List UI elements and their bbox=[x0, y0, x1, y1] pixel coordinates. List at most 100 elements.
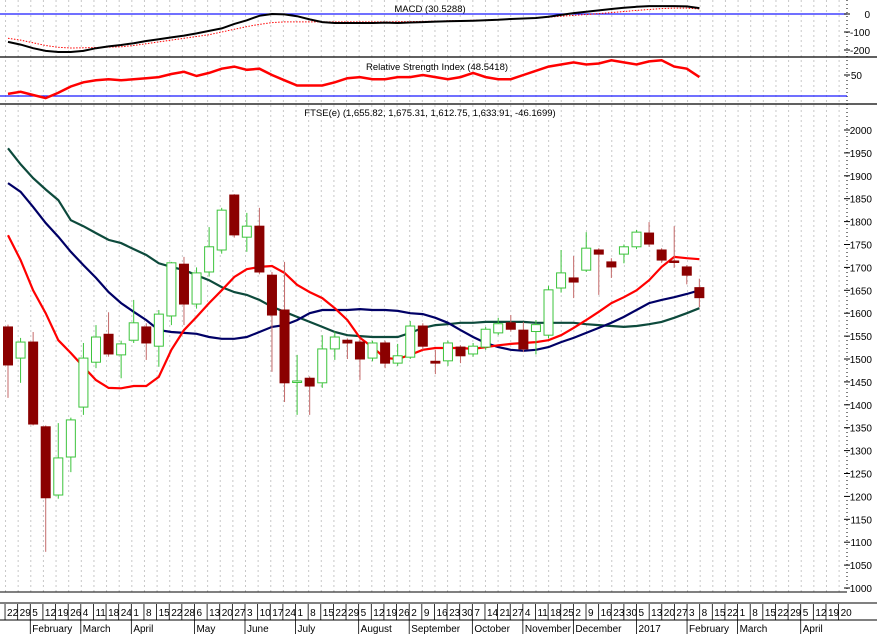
month-label: February bbox=[689, 624, 729, 635]
price-tick-label: 1300 bbox=[850, 447, 873, 458]
candle bbox=[480, 326, 491, 350]
candle-body bbox=[455, 346, 466, 357]
candle-body bbox=[53, 457, 64, 496]
candle-body bbox=[581, 247, 592, 271]
date-label: 9 bbox=[588, 608, 594, 619]
date-label: 16 bbox=[601, 608, 613, 619]
date-label: 12 bbox=[815, 608, 827, 619]
candle bbox=[329, 331, 340, 360]
candle-body bbox=[78, 357, 89, 408]
candle bbox=[128, 299, 139, 343]
gridlines bbox=[5, 0, 840, 592]
month-label: September bbox=[411, 624, 461, 635]
date-label: 15 bbox=[159, 608, 171, 619]
candle bbox=[141, 323, 152, 360]
candle-body bbox=[166, 262, 177, 317]
candle-body bbox=[254, 225, 265, 273]
candle-body bbox=[90, 336, 101, 363]
date-label: 25 bbox=[563, 608, 575, 619]
candle bbox=[380, 340, 391, 369]
date-label: 5 bbox=[803, 608, 809, 619]
candle-body bbox=[606, 261, 617, 268]
candle bbox=[78, 342, 89, 415]
date-label: 27 bbox=[234, 608, 246, 619]
candle bbox=[216, 207, 227, 254]
candle-body bbox=[3, 326, 13, 366]
price-tick-label: 1250 bbox=[850, 470, 873, 481]
price-tick-label: 1500 bbox=[850, 355, 873, 366]
date-label: 19 bbox=[828, 608, 840, 619]
date-label: 13 bbox=[651, 608, 663, 619]
macd-line bbox=[7, 5, 700, 53]
candle-body bbox=[128, 322, 139, 341]
date-label: 1 bbox=[740, 608, 746, 619]
date-label: 12 bbox=[373, 608, 385, 619]
macd-tick-label: 0 bbox=[864, 10, 870, 21]
month-label: April bbox=[803, 624, 823, 635]
price-tick-label: 1200 bbox=[850, 492, 873, 503]
ftse-chart[interactable]: MACD (30.5288) 0 -100 -200 Relative Streng… bbox=[0, 0, 877, 636]
candle bbox=[3, 324, 13, 398]
candle bbox=[178, 256, 189, 326]
date-label: 24 bbox=[285, 608, 297, 619]
candle bbox=[53, 423, 64, 499]
date-label: 20 bbox=[222, 608, 234, 619]
candle bbox=[556, 249, 567, 293]
candle-body bbox=[241, 225, 252, 238]
price-tick-label: 1000 bbox=[850, 584, 873, 595]
candle-body bbox=[493, 323, 504, 334]
date-label: 3 bbox=[247, 608, 253, 619]
candle bbox=[631, 229, 642, 250]
month-label: April bbox=[133, 624, 153, 635]
candle-body bbox=[631, 231, 642, 248]
month-label: October bbox=[474, 624, 510, 635]
macd-tick-label: -100 bbox=[850, 28, 870, 39]
price-tick-label: 1100 bbox=[850, 538, 872, 549]
candle-body bbox=[342, 339, 353, 344]
month-label: June bbox=[247, 624, 269, 635]
candle bbox=[505, 315, 516, 332]
candle-body bbox=[468, 345, 479, 355]
date-label: 16 bbox=[436, 608, 448, 619]
date-label: 18 bbox=[108, 608, 120, 619]
candle-body bbox=[505, 322, 516, 330]
candle-body bbox=[153, 313, 164, 347]
date-label: 30 bbox=[626, 608, 638, 619]
candle-body bbox=[317, 348, 328, 384]
candle bbox=[656, 248, 667, 263]
candle bbox=[65, 417, 76, 473]
date-label: 5 bbox=[361, 608, 367, 619]
date-label: 8 bbox=[752, 608, 758, 619]
date-label: 15 bbox=[765, 608, 777, 619]
month-label: July bbox=[298, 624, 316, 635]
candle bbox=[669, 226, 680, 268]
month-label: May bbox=[196, 624, 215, 635]
candle-body bbox=[28, 341, 39, 425]
candle bbox=[28, 331, 39, 426]
candle-body bbox=[644, 232, 655, 245]
date-label: 23 bbox=[449, 608, 461, 619]
price-tick-label: 1800 bbox=[850, 218, 873, 229]
candle bbox=[618, 244, 629, 264]
price-tick-label: 1850 bbox=[850, 195, 873, 206]
candle-body bbox=[191, 272, 202, 305]
date-label: 7 bbox=[474, 608, 480, 619]
candle bbox=[354, 338, 365, 381]
candle-body bbox=[430, 360, 441, 364]
candle-body bbox=[204, 246, 215, 273]
candle bbox=[681, 265, 692, 285]
price-tick-label: 1600 bbox=[850, 309, 873, 320]
price-tick-label: 1050 bbox=[850, 561, 873, 572]
candle bbox=[191, 267, 202, 309]
candle bbox=[292, 354, 303, 415]
candle bbox=[405, 320, 416, 359]
candle bbox=[153, 309, 164, 367]
macd-label: MACD (30.5288) bbox=[394, 4, 465, 15]
date-label: 1 bbox=[133, 608, 139, 619]
candle bbox=[15, 337, 26, 383]
candle bbox=[166, 261, 177, 326]
date-label: 3 bbox=[689, 608, 695, 619]
candle bbox=[430, 349, 441, 375]
candle bbox=[581, 232, 592, 272]
candle bbox=[568, 255, 579, 299]
